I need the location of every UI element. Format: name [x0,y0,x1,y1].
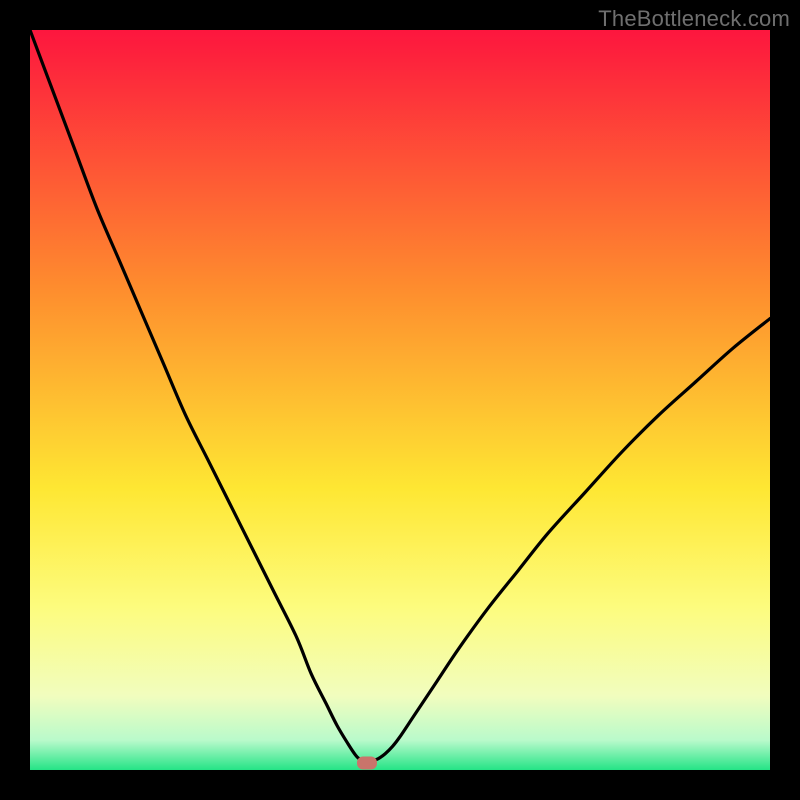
chart-frame: TheBottleneck.com [0,0,800,800]
optimal-marker [357,756,377,769]
bottleneck-curve [30,30,770,770]
plot-area [30,30,770,770]
watermark-text: TheBottleneck.com [598,6,790,32]
